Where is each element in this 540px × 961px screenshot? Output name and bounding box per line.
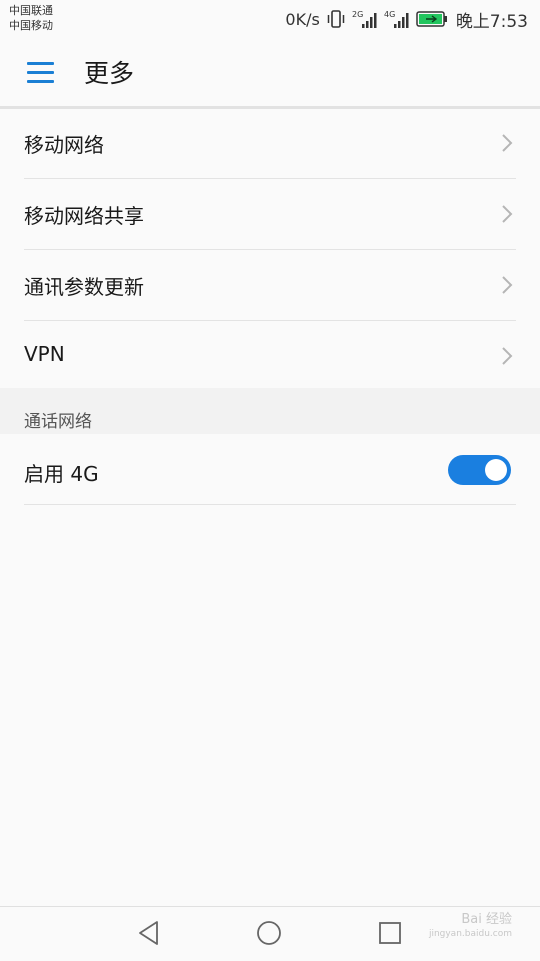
signal-4g-icon: 4G [384, 9, 410, 29]
section-title: 通话网络 [24, 412, 92, 432]
chevron-right-icon [501, 204, 513, 228]
navigation-bar: Bai 经验 jingyan.baidu.com [0, 906, 540, 961]
carrier-1-label: 中国联通 [9, 4, 53, 17]
watermark-sub: jingyan.baidu.com [428, 929, 512, 939]
battery-charging-icon [416, 11, 448, 27]
chevron-right-icon [501, 275, 513, 299]
switch-knob [485, 459, 507, 481]
chevron-right-icon [501, 346, 513, 370]
home-circle-icon[interactable] [256, 920, 282, 946]
signal-2g-icon: 2G [352, 9, 378, 29]
enable-4g-switch[interactable] [448, 455, 511, 485]
menu-item-mobile-network[interactable]: 移动网络 [24, 108, 516, 179]
hamburger-menu-icon[interactable] [24, 58, 60, 88]
carrier-2-label: 中国移动 [9, 19, 53, 32]
menu-item-label: VPN [24, 342, 65, 366]
section-header-call-network: 通话网络 [0, 388, 540, 434]
back-triangle-icon[interactable] [136, 920, 162, 946]
toggle-row-enable-4g[interactable]: 启用 4G [24, 434, 516, 505]
menu-item-vpn[interactable]: VPN [24, 321, 516, 391]
recents-square-icon[interactable] [377, 920, 403, 946]
carrier-info: 中国联通 中国移动 [9, 3, 53, 33]
status-bar: 中国联通 中国移动 0K/s 2G 4G 晚上7:53 [0, 0, 540, 38]
page-title: 更多 [84, 59, 135, 88]
menu-item-label: 移动网络共享 [24, 204, 144, 228]
status-indicators: 0K/s 2G 4G 晚上7:53 [285, 6, 528, 32]
settings-list: 移动网络 移动网络共享 通讯参数更新 VPN [0, 108, 540, 391]
app-bar: 更多 [0, 38, 540, 109]
watermark-text: Bai 经验 [461, 912, 512, 927]
menu-item-label: 移动网络 [24, 133, 104, 157]
sim2-type-label: 4G [384, 10, 395, 19]
menu-item-label: 通讯参数更新 [24, 275, 144, 299]
network-speed: 0K/s [285, 9, 320, 29]
sim1-type-label: 2G [352, 10, 363, 19]
toggle-label: 启用 4G [24, 462, 99, 486]
chevron-right-icon [501, 133, 513, 157]
clock: 晚上7:53 [455, 11, 528, 32]
menu-item-tethering[interactable]: 移动网络共享 [24, 179, 516, 250]
menu-item-carrier-update[interactable]: 通讯参数更新 [24, 250, 516, 321]
vibrate-icon [326, 10, 346, 28]
watermark-logo: Bai 经验 jingyan.baidu.com [429, 913, 512, 941]
